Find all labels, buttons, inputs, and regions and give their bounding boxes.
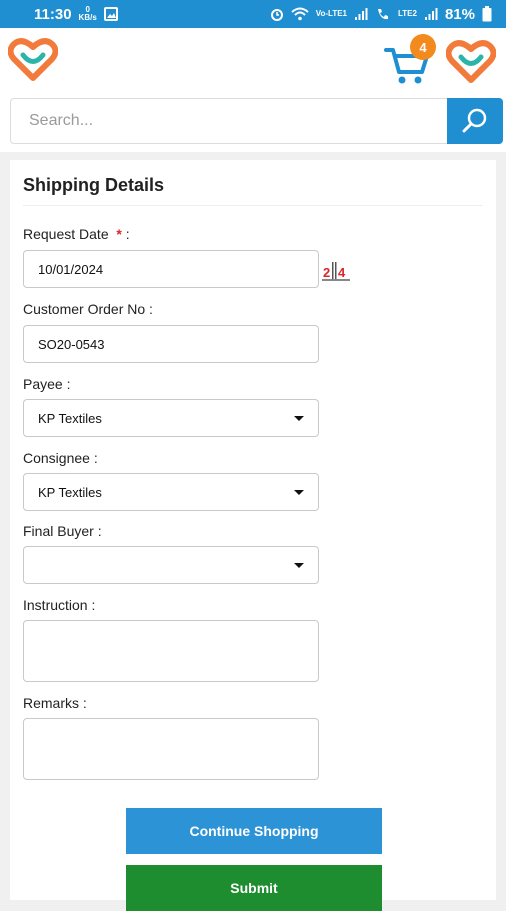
submit-button[interactable]: Submit bbox=[126, 865, 382, 911]
cart-count-badge: 4 bbox=[410, 34, 436, 60]
signal-1-icon bbox=[355, 8, 368, 20]
app-header: 4 bbox=[0, 28, 506, 96]
status-left: 11:30 0 KB/s bbox=[34, 6, 118, 23]
data-rate: 0 KB/s bbox=[79, 6, 97, 22]
required-asterisk: * bbox=[116, 226, 122, 242]
payee-select[interactable]: KP Textiles bbox=[23, 399, 319, 437]
final-buyer-label: Final Buyer : bbox=[23, 523, 102, 539]
consignee-select[interactable]: KP Textiles bbox=[23, 473, 319, 511]
alarm-icon bbox=[270, 9, 283, 21]
final-buyer-select[interactable] bbox=[23, 546, 319, 584]
status-time: 11:30 bbox=[34, 5, 72, 23]
title-divider bbox=[23, 205, 483, 206]
customer-order-label: Customer Order No : bbox=[23, 301, 153, 317]
svg-text:2: 2 bbox=[323, 265, 330, 280]
remarks-label: Remarks : bbox=[23, 695, 87, 711]
brand-logo-icon[interactable] bbox=[8, 38, 58, 82]
customer-order-field[interactable]: SO20-0543 bbox=[23, 325, 319, 363]
remarks-textarea[interactable] bbox=[23, 718, 319, 780]
svg-text:4: 4 bbox=[338, 265, 346, 280]
battery-percent: 81% bbox=[444, 5, 475, 23]
consignee-label: Consignee : bbox=[23, 450, 98, 466]
request-date-field[interactable]: 10/01/2024 bbox=[23, 250, 319, 288]
request-date-colon: : bbox=[125, 226, 130, 242]
signal-2-icon bbox=[424, 8, 438, 20]
payee-dropdown-icon bbox=[294, 415, 304, 421]
search-input[interactable] bbox=[10, 98, 448, 144]
request-date-label: Request Date * : bbox=[23, 226, 130, 242]
page-title: Shipping Details bbox=[23, 175, 165, 195]
status-right: Vo‑LTE1 LTE2 81% bbox=[270, 6, 492, 23]
instruction-label: Instruction : bbox=[23, 597, 96, 613]
wifi-calling-icon bbox=[378, 9, 388, 20]
battery-icon bbox=[482, 6, 492, 22]
payee-label: Payee : bbox=[23, 376, 71, 392]
network-1-label: Vo‑LTE1 bbox=[315, 9, 347, 18]
payee-value: KP Textiles bbox=[38, 410, 102, 426]
search-button[interactable] bbox=[447, 98, 503, 144]
brand-logo-right-icon bbox=[446, 40, 496, 83]
data-rate-unit: KB/s bbox=[78, 13, 97, 22]
status-bar: 11:30 0 KB/s Vo‑LTE1 LTE2 81% bbox=[0, 0, 506, 28]
consignee-dropdown-icon bbox=[294, 489, 304, 495]
request-date-label-text: Request Date bbox=[23, 226, 109, 242]
wifi-icon bbox=[291, 7, 309, 21]
final-buyer-dropdown-icon bbox=[294, 562, 304, 568]
search-bar bbox=[0, 96, 506, 152]
shipping-details-card: Shipping Details Request Date * : 10/01/… bbox=[10, 160, 496, 911]
instruction-textarea[interactable] bbox=[23, 620, 319, 682]
calendar-icon[interactable]: 2 4 bbox=[322, 260, 350, 282]
search-icon bbox=[462, 108, 487, 133]
gallery-notification-icon bbox=[103, 7, 118, 21]
consignee-value: KP Textiles bbox=[38, 484, 102, 500]
network-2-label: LTE2 bbox=[398, 9, 417, 18]
continue-shopping-button[interactable]: Continue Shopping bbox=[126, 808, 382, 854]
